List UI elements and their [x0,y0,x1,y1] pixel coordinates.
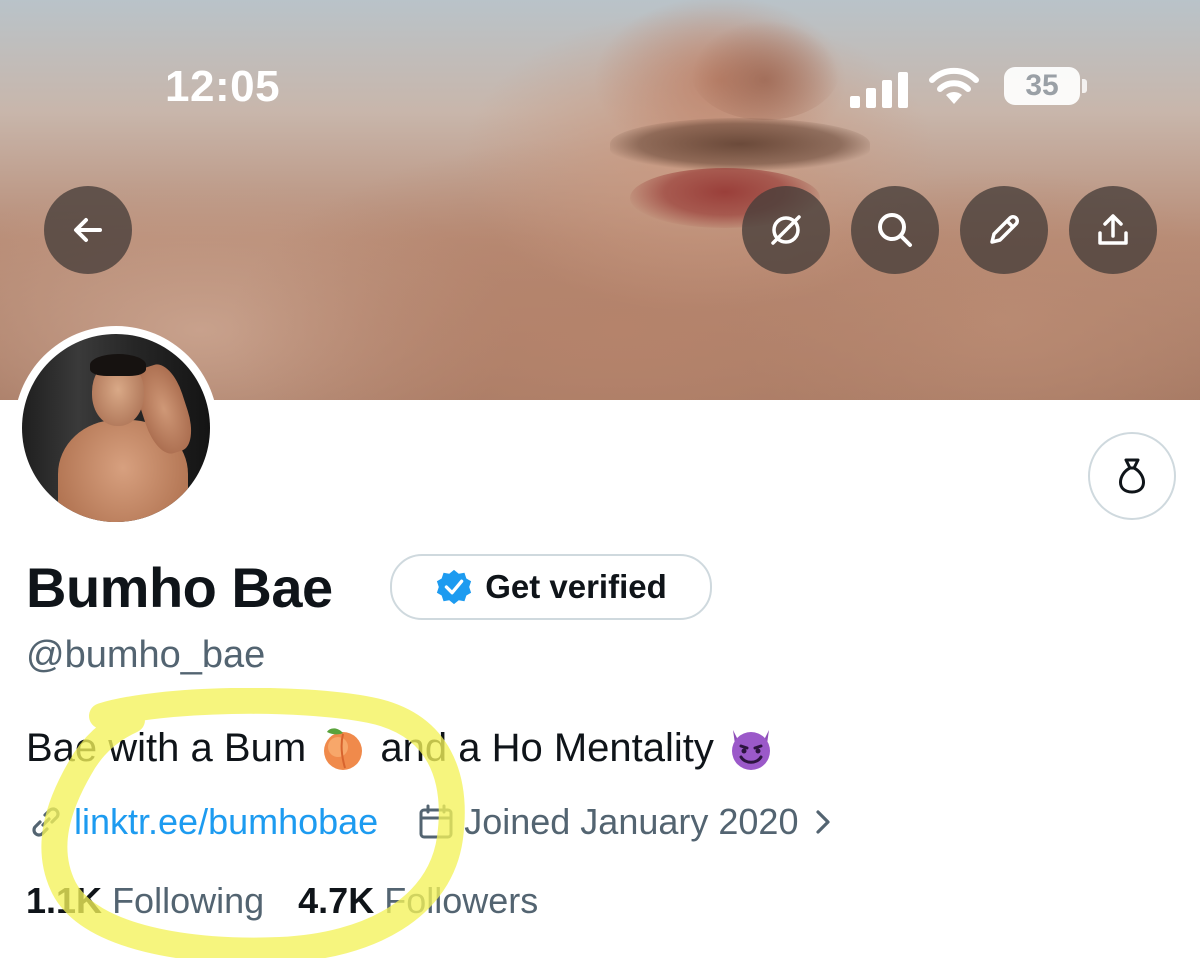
calendar-icon [419,804,453,839]
following-stat[interactable]: 1.1K Following [26,880,264,921]
search-button[interactable] [851,186,939,274]
back-button[interactable] [44,186,132,274]
user-handle: @bumho_bae [26,634,266,676]
signal-icon [850,70,912,108]
peach-emoji-icon [317,724,369,772]
followers-count: 4.7K [298,880,375,921]
money-bag-icon [1119,458,1145,494]
get-verified-label: Get verified [485,568,667,605]
bio: Bae with a Bum and a Ho Mentality [26,724,777,772]
edit-button[interactable] [960,186,1048,274]
search-icon [878,213,912,247]
followers-label: Followers [384,880,539,921]
share-icon [1098,214,1128,245]
battery-tip [1082,79,1087,93]
avatar-photo [22,334,210,522]
tip-button[interactable] [1088,432,1176,520]
verified-badge-icon [437,569,472,605]
joined-date: Joined January 2020 [464,801,799,842]
profile-link[interactable]: linktr.ee/bumhobae [74,801,378,843]
following-label: Following [112,880,265,921]
bio-text-2: and a Ho Mentality [369,725,725,770]
status-time: 12:05 [165,62,281,111]
back-icon [74,218,102,242]
link-icon [32,807,60,837]
profile-meta: linktr.ee/bumhobae Joined January 2020 [26,800,838,844]
battery-indicator: 35 [1004,67,1080,105]
bio-text-1: Bae with a Bum [26,725,318,770]
smiling-devil-emoji-icon [725,724,777,772]
banner-photo-detail [690,20,840,120]
wifi-icon [929,67,979,104]
avatar-photo-detail [90,354,146,376]
avatar[interactable] [14,326,218,530]
banner-photo-detail [610,118,870,170]
follow-stats: 1.1K Following 4.7K Followers [26,880,538,922]
get-verified-button[interactable]: Get verified [390,554,712,620]
following-count: 1.1K [26,880,103,921]
share-button[interactable] [1069,186,1157,274]
grok-icon [771,215,801,245]
display-name: Bumho Bae [26,556,333,619]
followers-stat[interactable]: 4.7K Followers [298,880,538,921]
chevron-right-icon[interactable] [808,802,838,842]
grok-button[interactable] [742,186,830,274]
edit-icon [990,215,1019,244]
